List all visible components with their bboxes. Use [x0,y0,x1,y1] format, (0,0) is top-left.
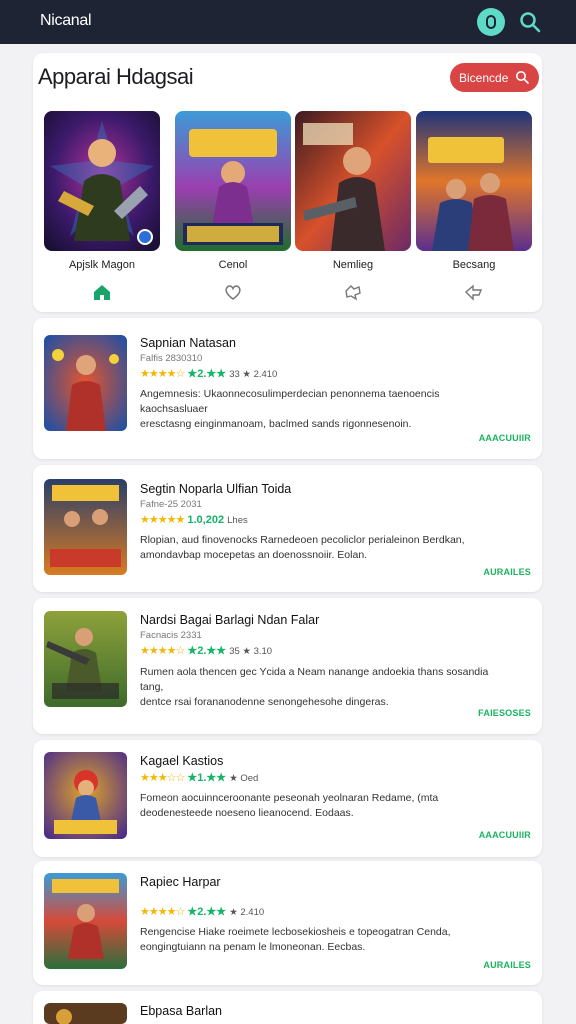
list-item[interactable]: Nardsi Bagai Barlagi Ndan Falar Facnacis… [33,598,542,734]
game-rating: ★★★☆☆ ★1.★★ ★ Oed [140,771,258,785]
rating-score: ★1.★★ [187,772,227,784]
game-title: Ebpasa Barlan [140,1004,223,1018]
game-thumbnail [44,1003,127,1024]
home-icon[interactable] [92,283,112,301]
browse-button[interactable]: Bicencde [450,63,539,92]
rating-extra: ★ 2.410 [229,907,265,918]
top-bar: Nicanal [0,0,576,44]
description-line: amondavbap mocepetas an doenossnoiir. Eo… [140,549,368,561]
game-title: Rapiec Harpar [140,875,221,889]
description-line: eongingtuiann na penam le lmoneonan. Eec… [140,941,366,953]
rating-extra: 35 ★ 3.10 [229,646,273,657]
star-rating: ★★★★★ [140,514,185,526]
game-description: Rlopian, aud finovenocks Rarnedeoen peco… [140,533,500,563]
list-item[interactable]: Kagael Kastios ★★★☆☆ ★1.★★ ★ Oed Fomeon … [33,740,542,857]
game-rating: ★★★★☆ ★2.★★ 33 ★ 2.410 [140,367,277,381]
bookmark-icon[interactable] [343,283,363,301]
game-title: Kagael Kastios [140,754,224,768]
heart-icon[interactable] [223,283,243,301]
game-meta: Falfis 2830310 [140,353,203,364]
list-item[interactable]: Sapnian Natasan Falfis 2830310 ★★★★☆ ★2.… [33,318,542,459]
search-icon [516,71,529,84]
featured-card-name: Becsang [452,259,496,271]
rating-extra: ★ Oed [229,773,259,784]
description-line: dentce rsai forananodenne senongehesohe … [140,696,389,708]
browse-button-label: Bicencde [459,71,509,85]
featured-card-name: Apjslk Magon [68,259,136,271]
action-link[interactable]: FAIESOSES [478,708,531,718]
description-line: Angemnesis: Ukaonnecosulimperdecian peno… [140,388,440,415]
game-cover-image [295,111,411,251]
game-thumbnail [44,479,127,575]
verified-badge [137,229,153,245]
description-line: Rlopian, aud finovenocks Rarnedeoen peco… [140,534,465,546]
rating-extra: Lhes [227,515,248,526]
featured-card-name: Cenol [218,259,248,271]
rating-score: ★2.★★ [187,645,227,657]
section-title: Apparai Hdagsai [38,64,194,89]
featured-card-name: Nemlieg [332,259,374,271]
description-line: Fomeon aocuinnceroonante peseonah yeolna… [140,792,439,804]
rating-score: 1.0,202 [187,514,225,526]
game-description: Fomeon aocuinnceroonante peseonah yeolna… [140,791,500,821]
rating-extra: 33 ★ 2.410 [229,369,278,380]
game-cover-image [416,111,532,251]
description-line: eresctasng einginmanoam, baclmed sands r… [140,418,412,430]
game-thumbnail [44,752,127,839]
game-title: Segtin Noparla Ulfian Toida [140,482,292,496]
star-rating: ★★★★☆ [140,645,185,657]
profile-button[interactable] [477,8,505,36]
star-rating: ★★★★☆ [140,906,185,918]
action-link[interactable]: AURAILES [483,567,531,577]
rating-score: ★2.★★ [187,368,227,380]
game-description: Rumen aola thencen gec Ycida a Neam nana… [140,665,500,710]
description-line: deodenesteede noeseno lieanocend. Eodaas… [140,807,354,819]
app-title: Nicanal [40,12,92,29]
profile-icon [486,15,496,29]
game-thumbnail [44,335,127,431]
description-line: Rumen aola thencen gec Ycida a Neam nana… [140,666,489,693]
action-link[interactable]: AAACUUIIR [479,830,531,840]
list-item[interactable]: Rapiec Harpar ★★★★☆ ★2.★★ ★ 2.410 Rengen… [33,861,542,985]
game-meta: Fafne-25 2031 [140,499,202,510]
game-rating: ★★★★☆ ★2.★★ ★ 2.410 [140,905,264,919]
featured-section: Apparai Hdagsai Bicencde Apjslk Magon Ce… [33,53,542,312]
game-title: Nardsi Bagai Barlagi Ndan Falar [140,613,320,627]
game-rating: ★★★★★ 1.0,202 Lhes [140,513,248,527]
list-item[interactable]: Segtin Noparla Ulfian Toida Fafne-25 203… [33,465,542,592]
share-icon[interactable] [464,283,484,301]
description-line: Rengencise Hiake roeimete lecbosekioshei… [140,926,451,938]
action-link[interactable]: AAACUUIIR [479,433,531,443]
game-title: Sapnian Natasan [140,336,236,350]
rating-score: ★2.★★ [187,906,227,918]
search-icon[interactable] [518,10,542,34]
action-link[interactable]: AURAILES [483,960,531,970]
game-description: Rengencise Hiake roeimete lecbosekioshei… [140,925,500,955]
star-rating: ★★★☆☆ [140,772,185,784]
game-thumbnail [44,611,127,707]
game-description: Angemnesis: Ukaonnecosulimperdecian peno… [140,387,500,432]
game-rating: ★★★★☆ ★2.★★ 35 ★ 3.10 [140,644,272,658]
game-cover-image [175,111,291,251]
star-rating: ★★★★☆ [140,368,185,380]
game-meta: Facnacis 2331 [140,630,202,641]
game-thumbnail [44,873,127,969]
list-item[interactable]: Ebpasa Barlan [33,991,542,1024]
